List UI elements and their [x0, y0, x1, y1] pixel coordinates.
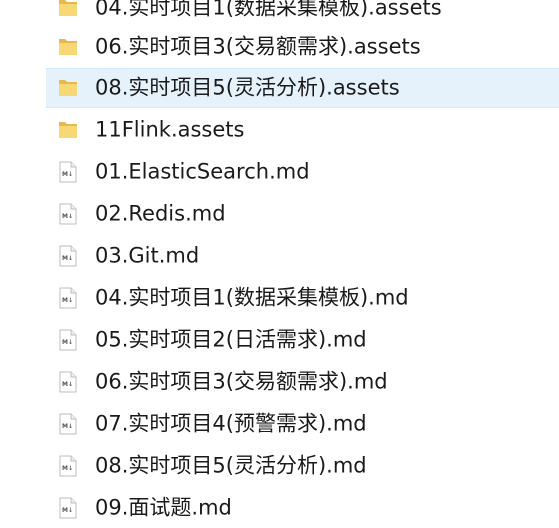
file-item-folder-selected[interactable]: 08.实时项目5(灵活分析).assets: [46, 68, 559, 108]
markdown-file-icon: M↓: [59, 413, 77, 435]
file-name: 08.实时项目5(灵活分析).md: [95, 453, 367, 478]
markdown-file-icon: M↓: [59, 161, 77, 183]
file-name: 04.实时项目1(数据采集模板).md: [95, 285, 409, 310]
markdown-file-icon: M↓: [59, 329, 77, 351]
file-name: 06.实时项目3(交易额需求).assets: [95, 34, 421, 59]
svg-text:M↓: M↓: [62, 171, 73, 178]
svg-text:M↓: M↓: [62, 423, 73, 430]
markdown-file-icon: M↓: [59, 497, 77, 519]
svg-text:M↓: M↓: [62, 465, 73, 472]
svg-text:M↓: M↓: [62, 297, 73, 304]
file-item-folder[interactable]: 04.实时项目1(数据采集模板).assets: [46, 0, 559, 28]
file-item-markdown[interactable]: M↓ 09.面试题.md: [46, 488, 559, 528]
markdown-file-icon: M↓: [59, 245, 77, 267]
folder-icon: [59, 0, 77, 16]
markdown-file-icon: M↓: [59, 203, 77, 225]
markdown-file-icon: M↓: [59, 455, 77, 477]
svg-text:M↓: M↓: [62, 507, 73, 514]
file-name: 09.面试题.md: [95, 495, 232, 520]
svg-text:M↓: M↓: [62, 213, 73, 220]
file-item-folder[interactable]: 11Flink.assets: [46, 110, 559, 150]
file-name: 06.实时项目3(交易额需求).md: [95, 369, 388, 394]
file-name: 01.ElasticSearch.md: [95, 159, 310, 184]
file-name: 02.Redis.md: [95, 201, 226, 226]
file-name: 07.实时项目4(预警需求).md: [95, 411, 367, 436]
folder-icon: [59, 80, 77, 96]
file-item-markdown[interactable]: M↓ 05.实时项目2(日活需求).md: [46, 320, 559, 360]
file-item-markdown[interactable]: M↓ 04.实时项目1(数据采集模板).md: [46, 278, 559, 318]
svg-text:M↓: M↓: [62, 339, 73, 346]
file-item-markdown[interactable]: M↓ 06.实时项目3(交易额需求).md: [46, 362, 559, 402]
markdown-file-icon: M↓: [59, 287, 77, 309]
file-name: 11Flink.assets: [95, 117, 245, 142]
file-name: 04.实时项目1(数据采集模板).assets: [95, 0, 442, 20]
file-item-markdown[interactable]: M↓ 01.ElasticSearch.md: [46, 152, 559, 192]
folder-icon: [59, 39, 77, 55]
file-list: 04.实时项目1(数据采集模板).assets 06.实时项目3(交易额需求).…: [0, 0, 559, 528]
markdown-file-icon: M↓: [59, 371, 77, 393]
folder-icon: [59, 122, 77, 138]
file-item-markdown[interactable]: M↓ 07.实时项目4(预警需求).md: [46, 404, 559, 444]
file-name: 05.实时项目2(日活需求).md: [95, 327, 367, 352]
svg-text:M↓: M↓: [62, 381, 73, 388]
file-item-markdown[interactable]: M↓ 02.Redis.md: [46, 194, 559, 234]
file-item-markdown[interactable]: M↓ 03.Git.md: [46, 236, 559, 276]
svg-text:M↓: M↓: [62, 255, 73, 262]
file-name: 03.Git.md: [95, 243, 200, 268]
file-item-markdown[interactable]: M↓ 08.实时项目5(灵活分析).md: [46, 446, 559, 486]
file-name: 08.实时项目5(灵活分析).assets: [95, 75, 400, 100]
file-item-folder[interactable]: 06.实时项目3(交易额需求).assets: [46, 27, 559, 67]
